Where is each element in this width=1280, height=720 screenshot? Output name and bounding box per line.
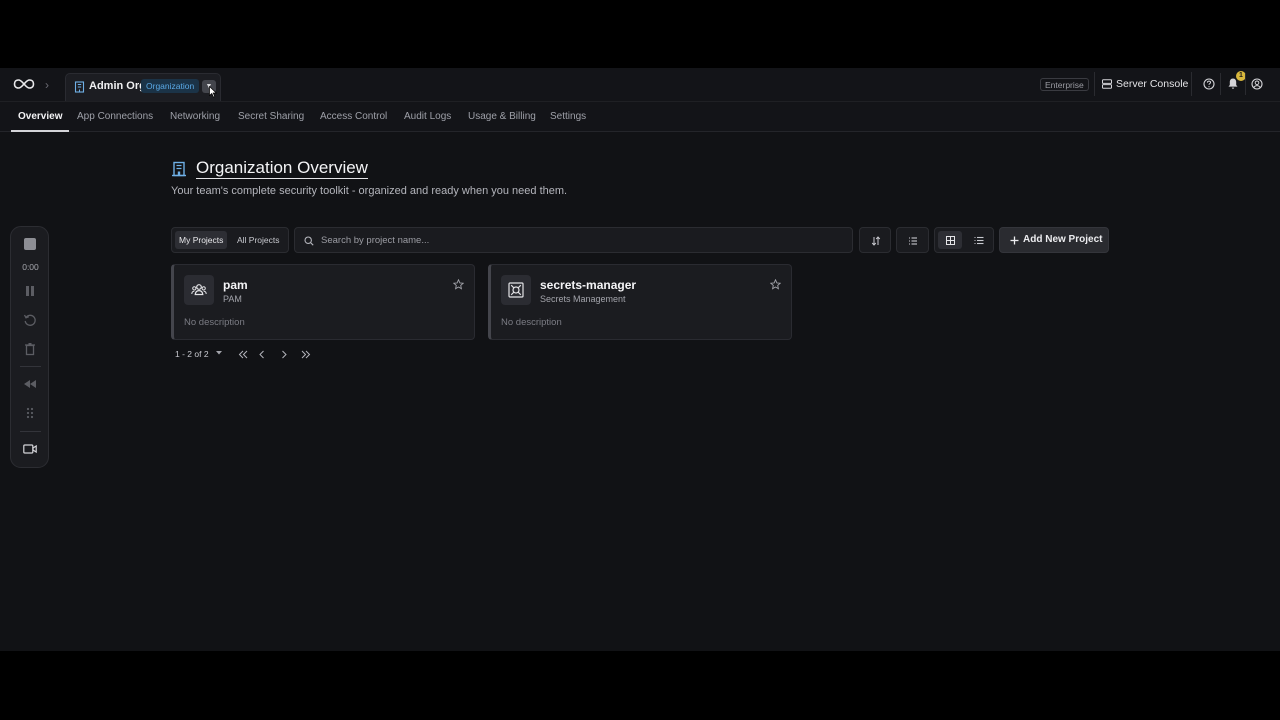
page-subtitle: Your team's complete security toolkit - … <box>171 185 568 197</box>
list-icon <box>974 236 984 245</box>
first-page-icon[interactable] <box>238 350 248 359</box>
server-icon <box>1102 79 1112 89</box>
sort-icon <box>871 236 881 246</box>
project-name: pam <box>223 278 248 292</box>
grid-view-button[interactable] <box>938 231 962 249</box>
all-projects-button[interactable]: All Projects <box>233 231 284 249</box>
previous-page-icon[interactable] <box>259 350 265 359</box>
my-projects-button[interactable]: My Projects <box>175 231 228 249</box>
view-mode-toggle <box>934 227 994 253</box>
sort-button[interactable] <box>859 227 891 253</box>
list-filter-icon <box>909 237 917 245</box>
tab-audit-logs[interactable]: Audit Logs <box>404 111 451 122</box>
filter-button[interactable] <box>896 227 929 253</box>
plan-badge: Enterprise <box>1040 78 1089 91</box>
project-card[interactable]: pam PAM No description <box>171 264 475 340</box>
recording-timer: 0:00 <box>22 262 39 272</box>
project-type: Secrets Management <box>540 294 626 304</box>
grid-icon <box>946 236 955 245</box>
user-avatar-icon[interactable] <box>1251 78 1263 90</box>
infinity-logo-icon[interactable] <box>13 77 35 91</box>
pagination-range[interactable]: 1 - 2 of 2 <box>175 349 209 359</box>
help-icon[interactable] <box>1203 78 1215 90</box>
tab-settings[interactable]: Settings <box>550 111 586 122</box>
next-page-icon[interactable] <box>281 350 287 359</box>
divider <box>20 366 41 367</box>
tab-app-connections[interactable]: App Connections <box>77 111 153 122</box>
search-input[interactable] <box>321 232 841 248</box>
org-switcher[interactable]: Admin Org Organization ▼ <box>65 73 221 101</box>
project-description: No description <box>501 317 562 328</box>
drag-handle-icon[interactable] <box>23 406 37 420</box>
pause-icon[interactable] <box>23 284 37 298</box>
plus-icon <box>1010 236 1019 245</box>
screen-recorder-panel: 0:00 <box>10 226 49 468</box>
page-title: Organization Overview <box>196 158 368 179</box>
camera-icon[interactable] <box>23 442 37 456</box>
chevron-right-icon: › <box>45 78 49 92</box>
star-icon[interactable] <box>453 279 464 290</box>
star-icon[interactable] <box>770 279 781 290</box>
rewind-icon[interactable] <box>23 377 37 391</box>
project-search <box>294 227 853 253</box>
project-type: PAM <box>223 294 242 304</box>
add-new-project-label: Add New Project <box>1023 234 1103 245</box>
tab-access-control[interactable]: Access Control <box>320 111 387 122</box>
trash-icon[interactable] <box>23 342 37 356</box>
caret-down-icon[interactable] <box>216 351 222 355</box>
mouse-cursor-icon <box>209 86 217 98</box>
tab-networking[interactable]: Networking <box>170 111 220 122</box>
divider <box>20 431 41 432</box>
project-description: No description <box>184 317 245 328</box>
tab-usage-billing[interactable]: Usage & Billing <box>468 111 536 122</box>
restart-icon[interactable] <box>23 313 37 327</box>
search-icon <box>304 236 314 246</box>
org-nav: Overview App Connections Networking Secr… <box>0 101 1280 132</box>
building-icon <box>172 161 186 177</box>
active-tab-indicator <box>11 130 69 132</box>
project-avatar <box>184 275 214 305</box>
last-page-icon[interactable] <box>301 350 311 359</box>
building-icon <box>74 81 85 93</box>
server-console-label: Server Console <box>1116 78 1189 90</box>
project-avatar <box>501 275 531 305</box>
project-card[interactable]: secrets-manager Secrets Management No de… <box>488 264 792 340</box>
divider <box>1220 73 1221 95</box>
stop-recording-button[interactable] <box>24 238 36 250</box>
top-bar: › Admin Org Organization ▼ Enterprise Se… <box>0 68 1280 101</box>
add-new-project-button[interactable]: Add New Project <box>999 227 1109 253</box>
divider <box>1245 73 1246 95</box>
app-window: › Admin Org Organization ▼ Enterprise Se… <box>0 68 1280 651</box>
tab-secret-sharing[interactable]: Secret Sharing <box>238 111 304 122</box>
vault-icon <box>508 282 524 298</box>
org-type-badge: Organization <box>141 79 200 93</box>
project-scope-toggle: My Projects All Projects <box>171 227 289 253</box>
server-console-button[interactable]: Server Console <box>1094 72 1192 96</box>
tab-overview[interactable]: Overview <box>18 111 62 122</box>
list-view-button[interactable] <box>970 231 990 249</box>
users-icon <box>191 284 207 296</box>
project-name: secrets-manager <box>540 278 637 292</box>
org-name: Admin Org <box>89 80 146 92</box>
